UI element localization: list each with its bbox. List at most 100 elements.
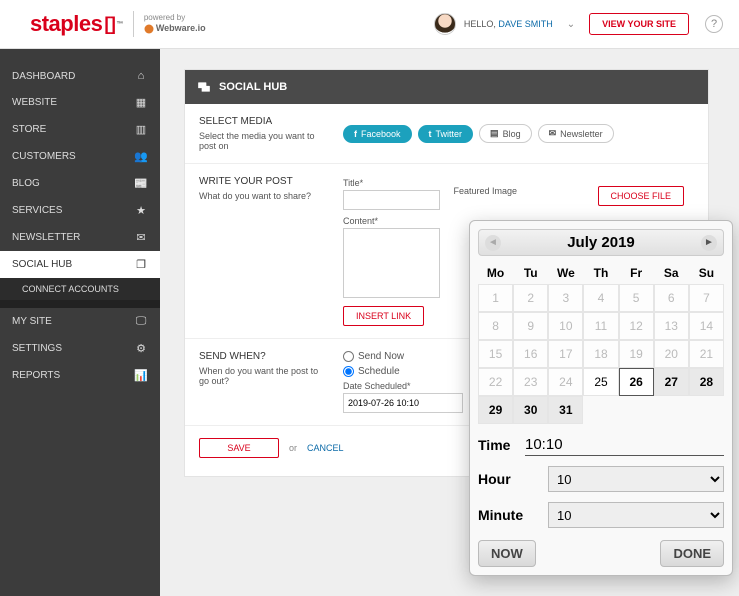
now-button[interactable]: NOW — [478, 540, 536, 567]
sidebar-item-icon: ▥ — [134, 123, 148, 136]
sidebar-item-services[interactable]: SERVICES★ — [0, 197, 160, 224]
featured-image-heading: Featured Image — [454, 186, 584, 196]
save-button[interactable]: SAVE — [199, 438, 279, 458]
sidebar-item-dashboard[interactable]: DASHBOARD ⌂ — [0, 63, 160, 89]
chevron-down-icon[interactable]: ⌄ — [567, 19, 575, 30]
title-label: Title* — [343, 178, 440, 188]
sidebar-item-label: BLOG — [12, 178, 40, 189]
sidebar-item-label: WEBSITE — [12, 97, 57, 108]
day-27[interactable]: 27 — [654, 368, 689, 396]
weekday-tu: Tu — [513, 262, 548, 284]
sidebar-sub-item[interactable]: CONNECT ACCOUNTS — [0, 278, 160, 300]
day-26[interactable]: 26 — [619, 368, 654, 396]
chip-label: Facebook — [361, 129, 401, 139]
next-month-button[interactable]: ► — [701, 235, 717, 251]
hour-select[interactable]: 10 — [548, 466, 724, 492]
weekday-we: We — [548, 262, 583, 284]
send-when-heading: SEND WHEN? — [199, 351, 329, 362]
sidebar-item-website[interactable]: WEBSITE ▦ — [0, 89, 160, 116]
panel-title: SOCIAL HUB — [219, 81, 287, 93]
powered-by-name: Webware.io — [144, 23, 206, 35]
day-5: 5 — [619, 284, 654, 312]
cancel-link[interactable]: CANCEL — [307, 443, 344, 453]
day-4: 4 — [583, 284, 618, 312]
sidebar-item-newsletter[interactable]: NEWSLETTER ✉ — [0, 224, 160, 251]
schedule-radio[interactable] — [343, 366, 354, 377]
title-input[interactable] — [343, 190, 440, 210]
select-media-left: SELECT MEDIA Select the media you want t… — [199, 116, 329, 151]
sidebar-gap — [0, 300, 160, 308]
sidebar-item-icon: ❐ — [134, 258, 148, 271]
sidebar-item-icon: 📊 — [134, 369, 148, 382]
day-20: 20 — [654, 340, 689, 368]
choose-file-button[interactable]: CHOOSE FILE — [598, 186, 685, 206]
logo-separator — [133, 11, 134, 37]
sidebar-item-label: DASHBOARD — [12, 71, 75, 82]
datepicker-popup: ◄ July 2019 ► MoTuWeThFrSaSu 12345678910… — [469, 220, 733, 576]
insert-link-button[interactable]: INSERT LINK — [343, 306, 424, 326]
brand-tm: ™ — [116, 21, 123, 28]
day-1: 1 — [478, 284, 513, 312]
content-textarea[interactable] — [343, 228, 440, 298]
day-16: 16 — [513, 340, 548, 368]
chip-label: Newsletter — [560, 129, 603, 139]
day-24: 24 — [548, 368, 583, 396]
day-21: 21 — [689, 340, 724, 368]
day-28[interactable]: 28 — [689, 368, 724, 396]
day-31[interactable]: 31 — [548, 396, 583, 424]
sidebar-item-icon: ⚙ — [134, 342, 148, 355]
sidebar-item-blog[interactable]: BLOG📰 — [0, 170, 160, 197]
sidebar-item-icon: ✉ — [134, 231, 148, 244]
select-media-heading: SELECT MEDIA — [199, 116, 329, 127]
weekday-th: Th — [583, 262, 618, 284]
chip-facebook[interactable]: f Facebook — [343, 125, 412, 143]
user-name[interactable]: DAVE SMITH — [498, 19, 552, 29]
sidebar-item-store[interactable]: STORE ▥ — [0, 116, 160, 143]
sidebar-item-icon: ⌂ — [134, 70, 148, 82]
blog-icon: ▤ — [490, 128, 499, 139]
avatar[interactable] — [434, 13, 456, 35]
weekday-sa: Sa — [654, 262, 689, 284]
datepicker-header: ◄ July 2019 ► — [478, 229, 724, 256]
time-input[interactable] — [525, 434, 724, 456]
write-post-left: WRITE YOUR POST What do you want to shar… — [199, 176, 329, 326]
send-now-radio[interactable] — [343, 351, 354, 362]
date-scheduled-input[interactable] — [343, 393, 463, 413]
prev-month-button[interactable]: ◄ — [485, 235, 501, 251]
sidebar-item-label: REPORTS — [12, 370, 60, 381]
sidebar-item-settings[interactable]: SETTINGS ⚙ — [0, 335, 160, 362]
sidebar-item-icon: 👥 — [134, 150, 148, 163]
sidebar-item-label: SOCIAL HUB — [12, 259, 72, 270]
sidebar-item-label: SERVICES — [12, 205, 62, 216]
datepicker-title: July 2019 — [567, 234, 635, 251]
write-post-heading: WRITE YOUR POST — [199, 176, 329, 187]
day-18: 18 — [583, 340, 618, 368]
chip-twitter[interactable]: tTwitter — [418, 125, 474, 143]
sidebar-item-icon: ▦ — [134, 96, 148, 109]
day-25[interactable]: 25 — [583, 368, 618, 396]
sidebar-item-label: SETTINGS — [12, 343, 62, 354]
facebook-icon: f — [354, 129, 357, 139]
done-button[interactable]: DONE — [660, 540, 724, 567]
chip-newsletter[interactable]: ✉Newsletter — [538, 124, 614, 143]
sidebar-item-reports[interactable]: REPORTS 📊 — [0, 362, 160, 389]
sidebar-item-my-site[interactable]: MY SITE🖵 — [0, 308, 160, 335]
sidebar: DASHBOARD⌂WEBSITE▦STORE▥CUSTOMERS👥BLOG📰S… — [0, 49, 160, 596]
help-icon[interactable]: ? — [705, 15, 723, 33]
hour-label: Hour — [478, 471, 538, 487]
newsletter-icon: ✉ — [549, 128, 557, 139]
sidebar-item-label: NEWSLETTER — [12, 232, 80, 243]
day-30[interactable]: 30 — [513, 396, 548, 424]
chip-blog[interactable]: ▤Blog — [479, 124, 532, 143]
minute-select[interactable]: 10 — [548, 502, 724, 528]
datepicker-actions: NOW DONE — [478, 540, 724, 567]
sidebar-item-social-hub[interactable]: SOCIAL HUB ❐ — [0, 251, 160, 278]
topbar: staples[]™ powered by Webware.io HELLO, … — [0, 0, 739, 48]
sidebar-item-icon: 🖵 — [134, 315, 148, 328]
minute-label: Minute — [478, 507, 538, 523]
day-29[interactable]: 29 — [478, 396, 513, 424]
sidebar-item-label: STORE — [12, 124, 46, 135]
sidebar-item-customers[interactable]: CUSTOMERS👥 — [0, 143, 160, 170]
view-site-button[interactable]: VIEW YOUR SITE — [589, 13, 689, 35]
day-3: 3 — [548, 284, 583, 312]
